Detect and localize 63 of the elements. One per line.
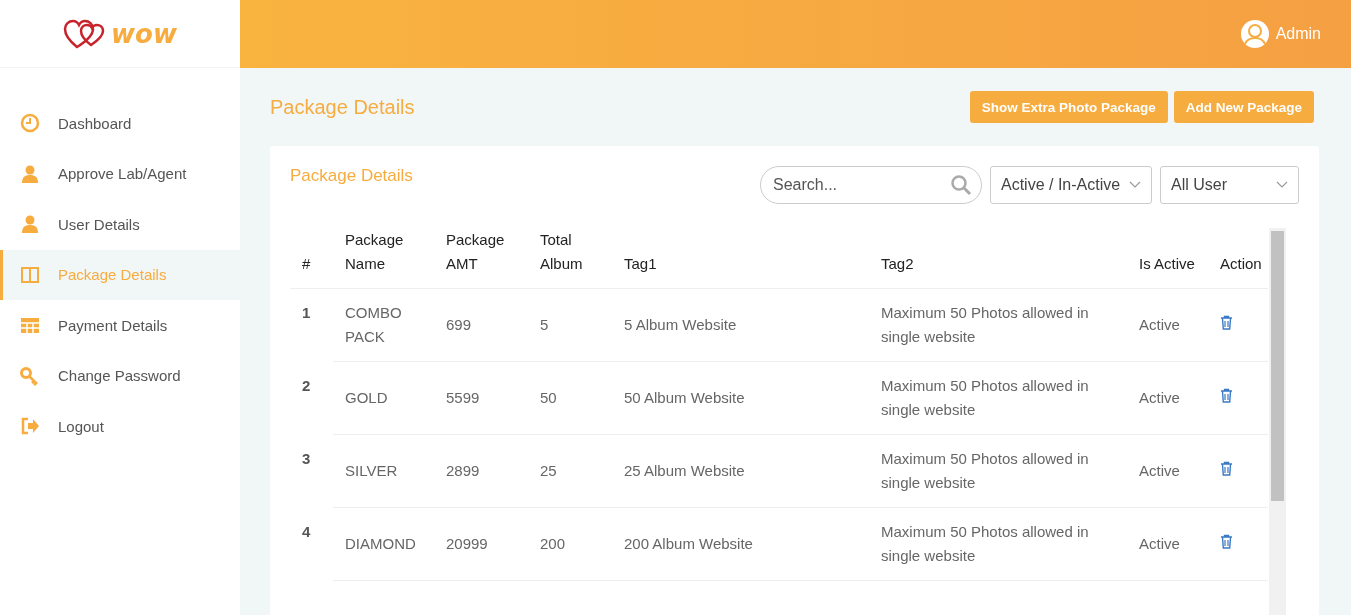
table-cell: 25 bbox=[528, 434, 612, 508]
table-cell: 50 bbox=[528, 361, 612, 435]
table-cell: Maximum 50 Photos allowed in single website bbox=[869, 361, 1127, 435]
table-cell: 25 Album Website bbox=[612, 434, 869, 508]
delete-icon[interactable] bbox=[1220, 461, 1233, 476]
delete-icon[interactable] bbox=[1220, 388, 1233, 403]
column-header: Package Name bbox=[333, 228, 434, 289]
sidebar-item[interactable]: User Details bbox=[0, 199, 240, 250]
column-header: Tag2 bbox=[869, 228, 1127, 289]
column-header: # bbox=[290, 228, 333, 289]
table-cell: 5 bbox=[528, 288, 612, 362]
table-cell: 5 Album Website bbox=[612, 288, 869, 362]
columns-icon bbox=[20, 264, 40, 285]
table-cell: Maximum 50 Photos allowed in single website bbox=[869, 434, 1127, 508]
table-cell: DIAMOND bbox=[333, 507, 434, 581]
sidebar-item[interactable]: Payment Details bbox=[0, 300, 240, 351]
table-cell: 200 Album Website bbox=[612, 507, 869, 581]
page-title: Package Details bbox=[270, 95, 415, 119]
scrollbar[interactable] bbox=[1269, 228, 1286, 615]
table-cell: 2899 bbox=[434, 434, 528, 508]
table-icon bbox=[20, 315, 40, 336]
table-cell: Active bbox=[1127, 507, 1208, 581]
column-header: Total Album bbox=[528, 228, 612, 289]
table-cell: COMBO PACK bbox=[333, 288, 434, 362]
user-icon bbox=[20, 163, 40, 184]
table-cell: Active bbox=[1127, 361, 1208, 435]
column-header: Action bbox=[1208, 228, 1268, 289]
row-number: 2 bbox=[290, 361, 333, 435]
clock-icon bbox=[20, 113, 40, 134]
row-number: 4 bbox=[290, 507, 333, 581]
chevron-icon bbox=[1276, 181, 1288, 189]
key-icon bbox=[20, 365, 40, 386]
table-cell: 5599 bbox=[434, 361, 528, 435]
sidebar-item[interactable]: Change Password bbox=[0, 350, 240, 401]
delete-icon[interactable] bbox=[1220, 315, 1233, 330]
chevron-icon bbox=[1129, 181, 1141, 189]
sidebar-item[interactable]: Approve Lab/Agent bbox=[0, 148, 240, 199]
column-header: Package AMT bbox=[434, 228, 528, 289]
row-number: 3 bbox=[290, 434, 333, 508]
table-cell: Active bbox=[1127, 288, 1208, 362]
logout-icon bbox=[20, 416, 40, 437]
table-cell: SILVER bbox=[333, 434, 434, 508]
table-cell: 20999 bbox=[434, 507, 528, 581]
card-title: Package Details bbox=[290, 166, 413, 186]
filter-dropdown[interactable]: Active / In-Active bbox=[990, 166, 1152, 204]
search-field[interactable]: Search... bbox=[760, 166, 982, 204]
search-icon bbox=[950, 174, 972, 196]
row-number: 1 bbox=[290, 288, 333, 362]
column-header: Is Active bbox=[1127, 228, 1208, 289]
table-cell: Active bbox=[1127, 434, 1208, 508]
table-cell: Maximum 50 Photos allowed in single website bbox=[869, 507, 1127, 581]
column-header: Tag1 bbox=[612, 228, 869, 289]
table-cell: 699 bbox=[434, 288, 528, 362]
table-cell: 200 bbox=[528, 507, 612, 581]
sidebar-item[interactable]: Dashboard bbox=[0, 98, 240, 149]
user-icon bbox=[20, 214, 40, 235]
table-cell: 50 Album Website bbox=[612, 361, 869, 435]
table-cell: Maximum 50 Photos allowed in single website bbox=[869, 288, 1127, 362]
filter-dropdown[interactable]: All User bbox=[1160, 166, 1299, 204]
logo-text: wow bbox=[111, 18, 177, 49]
table-cell: GOLD bbox=[333, 361, 434, 435]
sidebar-item[interactable]: Logout bbox=[0, 401, 240, 452]
delete-icon[interactable] bbox=[1220, 534, 1233, 549]
